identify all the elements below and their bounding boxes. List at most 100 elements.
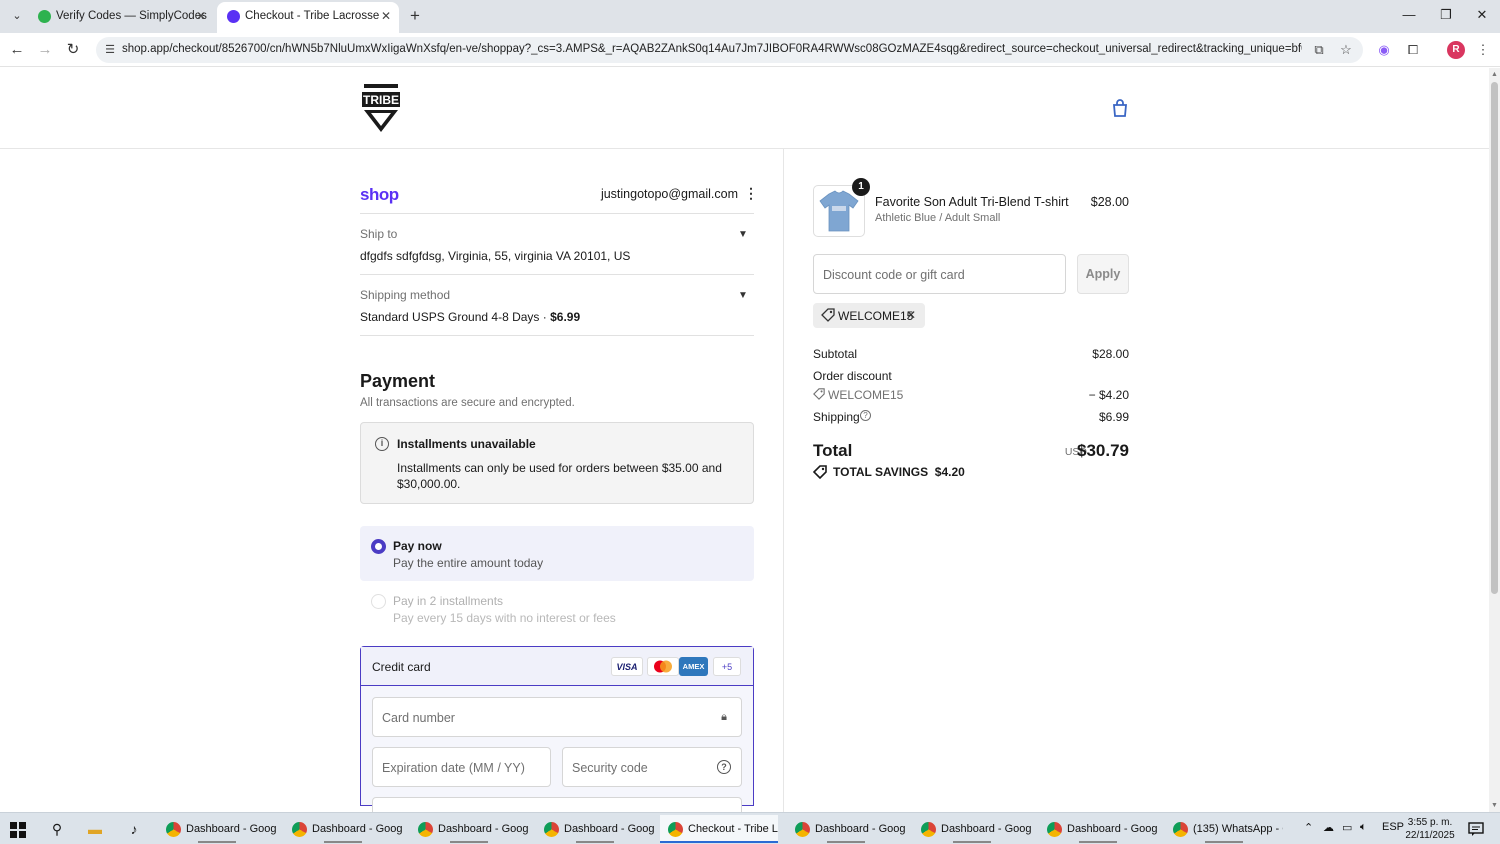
page-scrollbar[interactable]: ▲ ▼ [1489,68,1500,812]
network-icon[interactable]: ▭ [1342,821,1352,834]
scroll-down-icon[interactable]: ▼ [1490,801,1499,810]
tab-title: Checkout - Tribe Lacrosse [245,10,380,22]
apply-button[interactable]: Apply [1077,254,1129,294]
forward-icon[interactable]: → [34,39,56,61]
close-tab-icon[interactable]: ✕ [381,2,391,31]
close-tab-icon[interactable]: ✕ [196,2,206,31]
total-label: Total [813,441,853,460]
notice-title: Installments unavailable [397,437,536,451]
subtotal-label: Subtotal [813,347,858,361]
onedrive-cloud-icon[interactable]: ☁ [1323,821,1334,834]
expiration-input[interactable] [382,758,533,778]
language-indicator[interactable]: ESP [1382,821,1404,833]
new-tab-icon[interactable]: + [406,5,424,27]
more-options-icon[interactable]: ⋮ [744,185,758,201]
option-title: Pay in 2 installments [393,594,504,608]
taskbar-item-chrome[interactable]: Dashboard - Googl... [284,815,402,843]
url-text[interactable]: shop.app/checkout/8526700/cn/hWN5b7NluUm… [122,43,1302,55]
profile-avatar[interactable]: R [1447,41,1465,59]
extensions-icon[interactable]: ⧠ [1404,41,1422,59]
taskbar-item-whatsapp[interactable]: (135) WhatsApp - G... [1165,815,1283,843]
shipping-help-icon[interactable]: ? [860,410,871,421]
column-divider [783,149,784,812]
address-bar[interactable]: ☰ shop.app/checkout/8526700/cn/hWN5b7Nlu… [96,37,1363,63]
search-icon[interactable]: ⚲ [47,819,67,839]
translate-icon[interactable]: ⧉ [1311,42,1327,58]
tab-search-icon[interactable]: ⌄ [8,7,26,25]
checkout-page: TRIBE shop justingotopo@gmail.com ⋮ Ship… [0,68,1489,812]
tab-simplycodes[interactable]: Verify Codes — SimplyCodes ✕ [28,2,214,33]
tray-chevron-up-icon[interactable]: ⌃ [1304,821,1313,834]
installments-radio[interactable] [371,594,386,609]
close-window-icon[interactable]: ✕ [1469,4,1495,26]
taskbar-item-chrome[interactable]: Dashboard - Googl... [913,815,1031,843]
bookmark-star-icon[interactable]: ☆ [1338,42,1354,58]
security-code-field[interactable]: ? [562,747,742,787]
product-variant: Athletic Blue / Adult Small [875,212,1001,224]
card-number-field[interactable]: 🔒︎ [372,697,742,737]
visa-icon: VISA [611,657,643,676]
store-header: TRIBE [0,68,1489,149]
shop-pay-logo: shop [360,185,399,204]
chrome-icon [921,822,936,837]
simplycodes-favicon-icon [38,10,51,23]
site-info-icon[interactable]: ☰ [102,42,118,58]
expiration-field[interactable] [372,747,551,787]
taskbar-item-chrome[interactable]: Dashboard - Googl... [158,815,276,843]
taskbar-item-checkout[interactable]: Checkout - Tribe La... [660,815,778,843]
taskbar-item-chrome[interactable]: Dashboard - Googl... [536,815,654,843]
taskbar-item-chrome[interactable]: Dashboard - Googl... [410,815,528,843]
total-value: $30.79 [1077,441,1129,460]
remove-discount-icon[interactable]: ✕ [906,308,916,322]
browser-tab-strip: ⌄ Verify Codes — SimplyCodes ✕ Checkout … [0,0,1500,33]
cart-bag-icon[interactable] [1110,98,1130,118]
pay-now-option[interactable]: Pay now Pay the entire amount today [360,526,754,581]
help-icon[interactable]: ? [717,760,731,774]
savings-label: TOTAL SAVINGS [833,465,929,479]
restore-icon[interactable]: ❐ [1433,4,1459,26]
taskbar-item-chrome[interactable]: Dashboard - Googl... [1039,815,1157,843]
tiktok-icon[interactable]: ♪ [124,819,144,839]
ship-to-chevron-down-icon[interactable]: ▼ [736,228,750,242]
menu-dots-icon[interactable]: ⋮ [1474,41,1492,59]
chrome-icon [795,822,810,837]
name-on-card-field[interactable] [372,797,742,812]
savings-value: $4.20 [934,465,965,479]
tribe-logo[interactable]: TRIBE [358,82,404,134]
taskbar-item-chrome[interactable]: Dashboard - Googl... [787,815,905,843]
windows-start-icon[interactable] [10,822,26,838]
tag-icon [821,308,835,322]
back-icon[interactable]: ← [6,39,28,61]
system-clock[interactable]: 3:55 p. m. 22/11/2025 [1405,816,1455,842]
divider [360,335,754,336]
task-title: (135) WhatsApp - G... [1193,823,1283,835]
product-name: Favorite Son Adult Tri-Blend T-shirt [875,195,1069,209]
shipping-method-chevron-down-icon[interactable]: ▼ [736,289,750,303]
discount-field[interactable] [813,254,1066,294]
extension-assistant-icon[interactable]: ◉ [1375,41,1393,59]
file-explorer-icon[interactable]: ▬ [85,819,105,839]
discount-code-label: WELCOME15 [828,388,904,402]
task-title: Dashboard - Googl... [815,823,905,835]
amex-icon: AMEX [679,657,708,676]
ship-to-label: Ship to [360,227,398,241]
shipping-method-label: Shipping method [360,288,451,302]
discount-input[interactable] [823,265,1053,285]
task-indicator [576,841,614,843]
reload-icon[interactable]: ↻ [62,39,84,61]
card-number-input[interactable] [382,708,695,728]
credit-card-header[interactable]: Credit card VISA AMEX +5 [361,647,753,686]
pay-now-radio[interactable] [371,539,386,554]
pay-in-installments-option[interactable]: Pay in 2 installments Pay every 15 days … [360,581,754,636]
security-code-input[interactable] [572,758,724,778]
task-indicator [1079,841,1117,843]
product-thumbnail: 1 [813,178,870,237]
task-title: Dashboard - Googl... [312,823,402,835]
tab-checkout[interactable]: Checkout - Tribe Lacrosse ✕ [217,2,399,33]
volume-icon[interactable]: 🔈︎ [1360,821,1367,834]
scroll-thumb[interactable] [1491,82,1498,594]
notice-body: Installments can only be used for orders… [397,461,722,491]
scroll-up-icon[interactable]: ▲ [1490,70,1499,79]
notifications-icon[interactable] [1468,821,1484,837]
minimize-icon[interactable]: — [1396,4,1422,26]
